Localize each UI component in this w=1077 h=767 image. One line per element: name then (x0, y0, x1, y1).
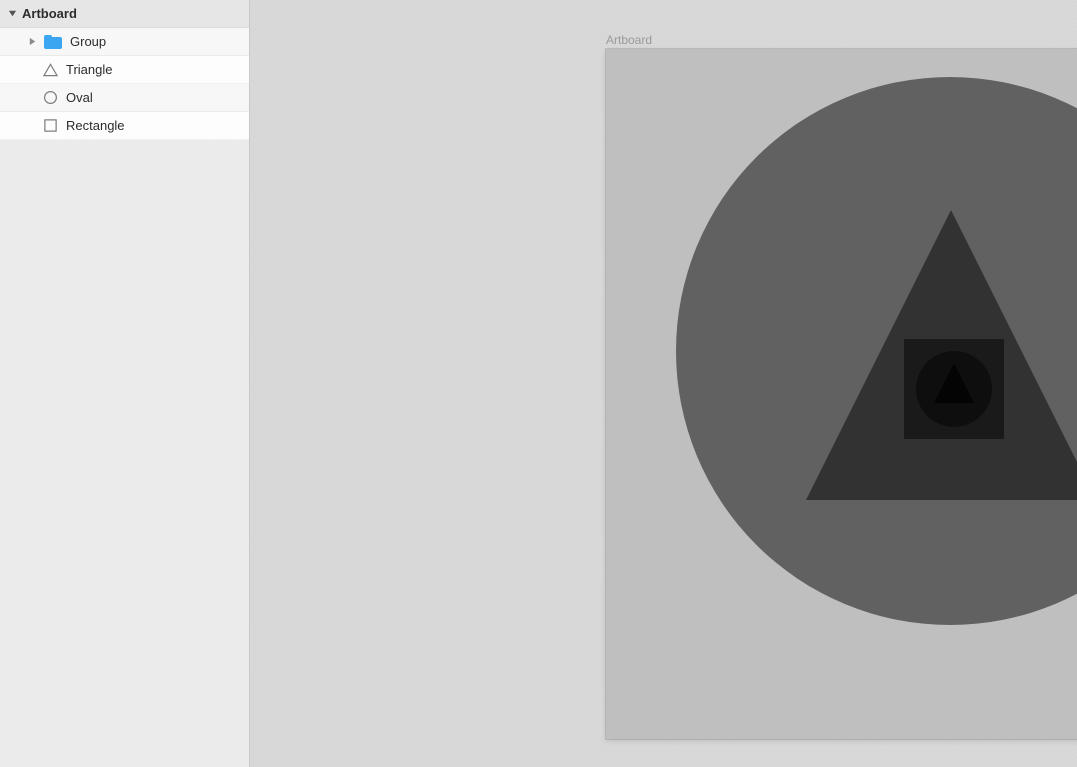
chevron-right-icon[interactable] (26, 36, 38, 48)
layer-row-rectangle[interactable]: Rectangle (0, 112, 249, 140)
shape-group[interactable] (904, 339, 1004, 439)
triangle-icon (42, 62, 58, 78)
artboard[interactable] (606, 49, 1077, 739)
rectangle-icon (42, 118, 58, 134)
layers-panel: Artboard Group Triangle Oval Recta (0, 0, 250, 767)
folder-icon (44, 35, 62, 49)
artboard-title: Artboard (22, 0, 77, 28)
oval-icon (42, 90, 58, 106)
layer-row-group[interactable]: Group (0, 28, 249, 56)
artboard-label[interactable]: Artboard (606, 33, 652, 47)
chevron-down-icon[interactable] (6, 8, 18, 20)
layer-label: Group (70, 28, 106, 56)
layer-row-artboard[interactable]: Artboard (0, 0, 249, 28)
canvas-area[interactable]: Artboard (250, 0, 1077, 767)
layer-row-oval[interactable]: Oval (0, 84, 249, 112)
layer-label: Rectangle (66, 112, 125, 140)
layer-label: Triangle (66, 56, 112, 84)
layer-row-triangle[interactable]: Triangle (0, 56, 249, 84)
layer-label: Oval (66, 84, 93, 112)
